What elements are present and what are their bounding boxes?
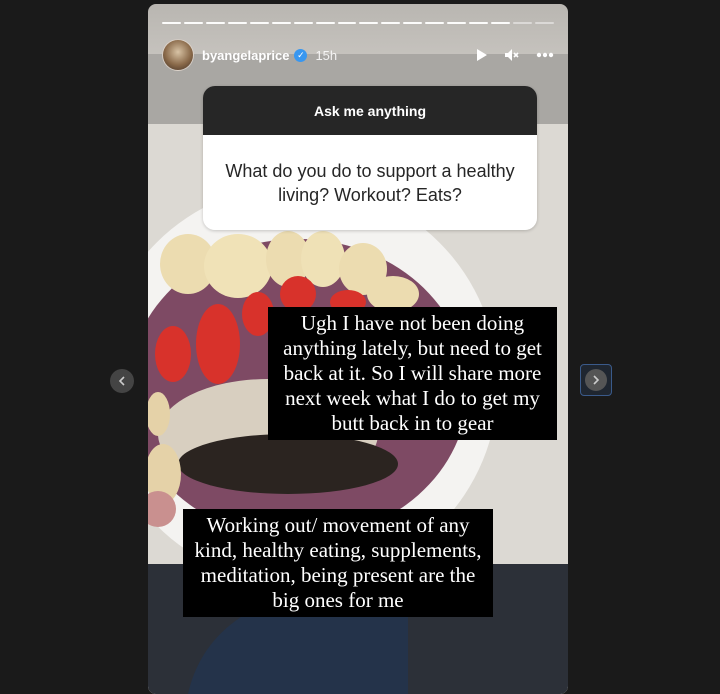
progress-segment <box>162 22 181 24</box>
chevron-left-icon <box>118 376 125 386</box>
next-story-button[interactable] <box>580 364 612 396</box>
progress-segment <box>513 22 532 24</box>
progress-segment <box>249 22 269 24</box>
progress-segment <box>403 22 423 24</box>
username[interactable]: byangelaprice <box>202 48 289 63</box>
progress-segment <box>227 22 247 24</box>
progress-segment <box>359 22 379 24</box>
progress-segment <box>271 22 291 24</box>
question-text: What do you do to support a healthy livi… <box>203 135 537 230</box>
progress-segment <box>469 22 489 24</box>
story-viewer[interactable]: byangelaprice ✓ 15h Ask me anything What… <box>148 4 568 694</box>
avatar[interactable] <box>162 39 194 71</box>
answer-caption-2: Working out/ movement of any kind, healt… <box>183 509 493 617</box>
progress-segment <box>447 22 467 24</box>
progress-segment <box>534 22 554 24</box>
progress-segment <box>381 22 401 24</box>
chevron-right-icon <box>593 375 600 385</box>
answer-caption-1: Ugh I have not been doing anything latel… <box>268 307 557 440</box>
question-sticker-header: Ask me anything <box>203 86 537 135</box>
more-options-icon[interactable] <box>536 52 554 58</box>
story-progress-bar <box>162 22 554 24</box>
mute-icon[interactable] <box>504 48 520 62</box>
progress-segment <box>183 22 203 24</box>
progress-segment <box>205 22 225 24</box>
previous-story-button[interactable] <box>110 369 134 393</box>
verified-badge-icon: ✓ <box>294 48 308 62</box>
question-sticker[interactable]: Ask me anything What do you do to suppor… <box>203 86 537 230</box>
progress-segment <box>337 22 357 24</box>
play-icon[interactable] <box>474 48 488 62</box>
progress-segment <box>315 22 335 24</box>
progress-segment <box>491 22 510 24</box>
post-time: 15h <box>315 47 338 63</box>
progress-segment <box>293 22 313 24</box>
progress-segment <box>425 22 445 24</box>
story-header: byangelaprice ✓ 15h <box>162 38 554 72</box>
